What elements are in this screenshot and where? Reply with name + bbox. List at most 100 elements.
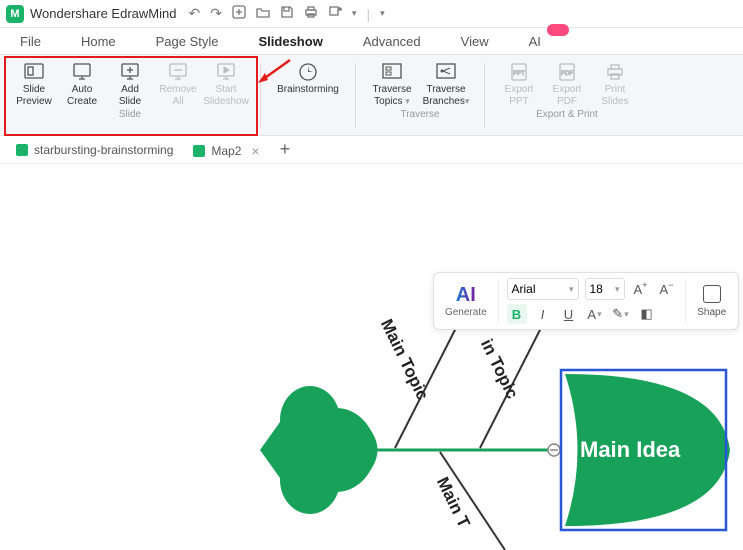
- new-tab-button[interactable]: +: [270, 139, 301, 160]
- doctab-map2[interactable]: Map2 ×: [183, 137, 269, 163]
- toolbar-separator: [685, 279, 686, 323]
- tab-page-style[interactable]: Page Style: [148, 30, 227, 53]
- brainstorming-icon: [297, 61, 319, 83]
- auto-create-icon: [71, 61, 93, 83]
- ribbon-toolbar: Slide Preview Auto Create Add Slide Remo…: [0, 54, 743, 136]
- bold-button[interactable]: B: [507, 304, 527, 324]
- svg-text:PPT: PPT: [513, 71, 525, 77]
- menu-tabs: File Home Page Style Slideshow Advanced …: [0, 28, 743, 54]
- brainstorming-button[interactable]: Brainstorming: [271, 59, 345, 98]
- customize-chevron-icon[interactable]: ▾: [380, 8, 385, 19]
- italic-button[interactable]: I: [533, 304, 553, 324]
- remove-all-label: Remove All: [159, 84, 196, 107]
- close-tab-icon[interactable]: ×: [251, 143, 259, 159]
- ai-generate-label: Generate: [445, 307, 487, 318]
- share-icon[interactable]: [328, 5, 342, 22]
- remove-all-icon: [167, 61, 189, 83]
- decrease-font-button[interactable]: A−: [657, 279, 677, 299]
- traverse-group-label: Traverse: [400, 109, 439, 120]
- traverse-topics-button[interactable]: Traverse Topics ▾: [366, 59, 418, 109]
- start-slideshow-icon: [215, 61, 237, 83]
- clear-format-button[interactable]: ◧: [637, 304, 657, 324]
- canvas[interactable]: Main Idea Main Topic in Topic Main T AI …: [0, 164, 743, 550]
- add-slide-button[interactable]: Add Slide: [106, 59, 154, 109]
- shape-button[interactable]: Shape: [693, 285, 730, 318]
- ribbon-separator: [484, 63, 485, 127]
- remove-all-button[interactable]: Remove All: [154, 59, 202, 109]
- traverse-topics-label: Traverse Topics ▾: [372, 84, 411, 107]
- auto-create-button[interactable]: Auto Create: [58, 59, 106, 109]
- export-pdf-icon: PDF: [556, 61, 578, 83]
- app-logo-icon: M: [6, 5, 24, 23]
- traverse-branches-label: Traverse Branches▾: [423, 84, 470, 107]
- slide-group-label: Slide: [119, 109, 141, 120]
- print-slides-icon: [604, 61, 626, 83]
- print-icon[interactable]: [304, 5, 318, 22]
- tab-slideshow[interactable]: Slideshow: [251, 30, 331, 53]
- app-title: Wondershare EdrawMind: [30, 6, 176, 21]
- start-slideshow-label: Start Slideshow: [203, 84, 249, 107]
- ribbon-group-brainstorm: Brainstorming: [267, 59, 349, 135]
- font-family-select[interactable]: Arial▾: [507, 278, 579, 300]
- start-slideshow-button[interactable]: Start Slideshow: [202, 59, 250, 109]
- ribbon-group-traverse: Traverse Topics ▾ Traverse Branches▾ Tra…: [362, 59, 478, 135]
- quick-access-toolbar: ↶ ↷ ▾ | ▾: [188, 5, 384, 22]
- auto-create-label: Auto Create: [67, 84, 97, 107]
- export-ppt-button[interactable]: PPT Export PPT: [495, 59, 543, 109]
- save-icon[interactable]: [280, 5, 294, 22]
- title-bar: M Wondershare EdrawMind ↶ ↷ ▾ | ▾: [0, 0, 743, 28]
- increase-font-button[interactable]: A+: [631, 279, 651, 299]
- mindmap-svg: [0, 164, 743, 550]
- main-idea-node[interactable]: Main Idea: [580, 437, 680, 463]
- add-slide-icon: [119, 61, 141, 83]
- font-size-select[interactable]: 18▾: [585, 278, 625, 300]
- undo-icon[interactable]: ↶: [188, 5, 200, 22]
- doctab-starbursting[interactable]: starbursting-brainstorming: [6, 137, 183, 163]
- export-group-label: Export & Print: [536, 109, 598, 120]
- export-pdf-label: Export PDF: [553, 84, 582, 107]
- shape-icon: [703, 285, 721, 303]
- export-ppt-icon: PPT: [508, 61, 530, 83]
- tab-ai-label: AI: [529, 34, 541, 49]
- export-ppt-label: Export PPT: [505, 84, 534, 107]
- traverse-branches-button[interactable]: Traverse Branches▾: [418, 59, 474, 109]
- toolbar-separator: [498, 279, 499, 323]
- slide-preview-button[interactable]: Slide Preview: [10, 59, 58, 109]
- font-color-button[interactable]: A▾: [585, 304, 605, 324]
- qat-separator: |: [366, 6, 370, 22]
- ribbon-separator: [260, 63, 261, 127]
- underline-button[interactable]: U: [559, 304, 579, 324]
- ai-icon: AI: [456, 284, 476, 307]
- export-pdf-button[interactable]: PDF Export PDF: [543, 59, 591, 109]
- traverse-branches-icon: [435, 61, 457, 83]
- share-chevron-icon[interactable]: ▾: [352, 8, 357, 19]
- add-slide-label: Add Slide: [119, 84, 141, 107]
- new-icon[interactable]: [232, 5, 246, 22]
- doctab-label: Map2: [211, 144, 241, 158]
- slide-preview-icon: [23, 61, 45, 83]
- ribbon-separator: [355, 63, 356, 127]
- redo-icon[interactable]: ↷: [210, 5, 222, 22]
- tab-home[interactable]: Home: [73, 30, 124, 53]
- highlight-color-button[interactable]: ✎▾: [611, 304, 631, 324]
- brainstorming-label: Brainstorming: [277, 84, 339, 96]
- doc-icon: [193, 145, 205, 157]
- ribbon-group-export: PPT Export PPT PDF Export PDF Print Slid…: [491, 59, 643, 135]
- tab-view[interactable]: View: [453, 30, 497, 53]
- ribbon-group-slide: Slide Preview Auto Create Add Slide Remo…: [6, 59, 254, 135]
- doc-icon: [16, 144, 28, 156]
- tab-advanced[interactable]: Advanced: [355, 30, 429, 53]
- doctab-label: starbursting-brainstorming: [34, 143, 173, 157]
- print-slides-button[interactable]: Print Slides: [591, 59, 639, 109]
- tab-ai[interactable]: AI Hot: [521, 30, 549, 53]
- tab-file[interactable]: File: [12, 30, 49, 53]
- open-icon[interactable]: [256, 5, 270, 22]
- slide-preview-label: Slide Preview: [16, 84, 52, 107]
- shape-label: Shape: [697, 307, 726, 318]
- traverse-topics-icon: [381, 61, 403, 83]
- print-slides-label: Print Slides: [601, 84, 628, 107]
- ai-generate-button[interactable]: AI Generate: [442, 284, 490, 318]
- floating-format-toolbar[interactable]: AI Generate Arial▾ 18▾ A+ A− B I U A▾ ✎▾…: [433, 272, 739, 330]
- svg-text:PDF: PDF: [561, 71, 573, 77]
- ai-hot-badge: Hot: [556, 30, 569, 39]
